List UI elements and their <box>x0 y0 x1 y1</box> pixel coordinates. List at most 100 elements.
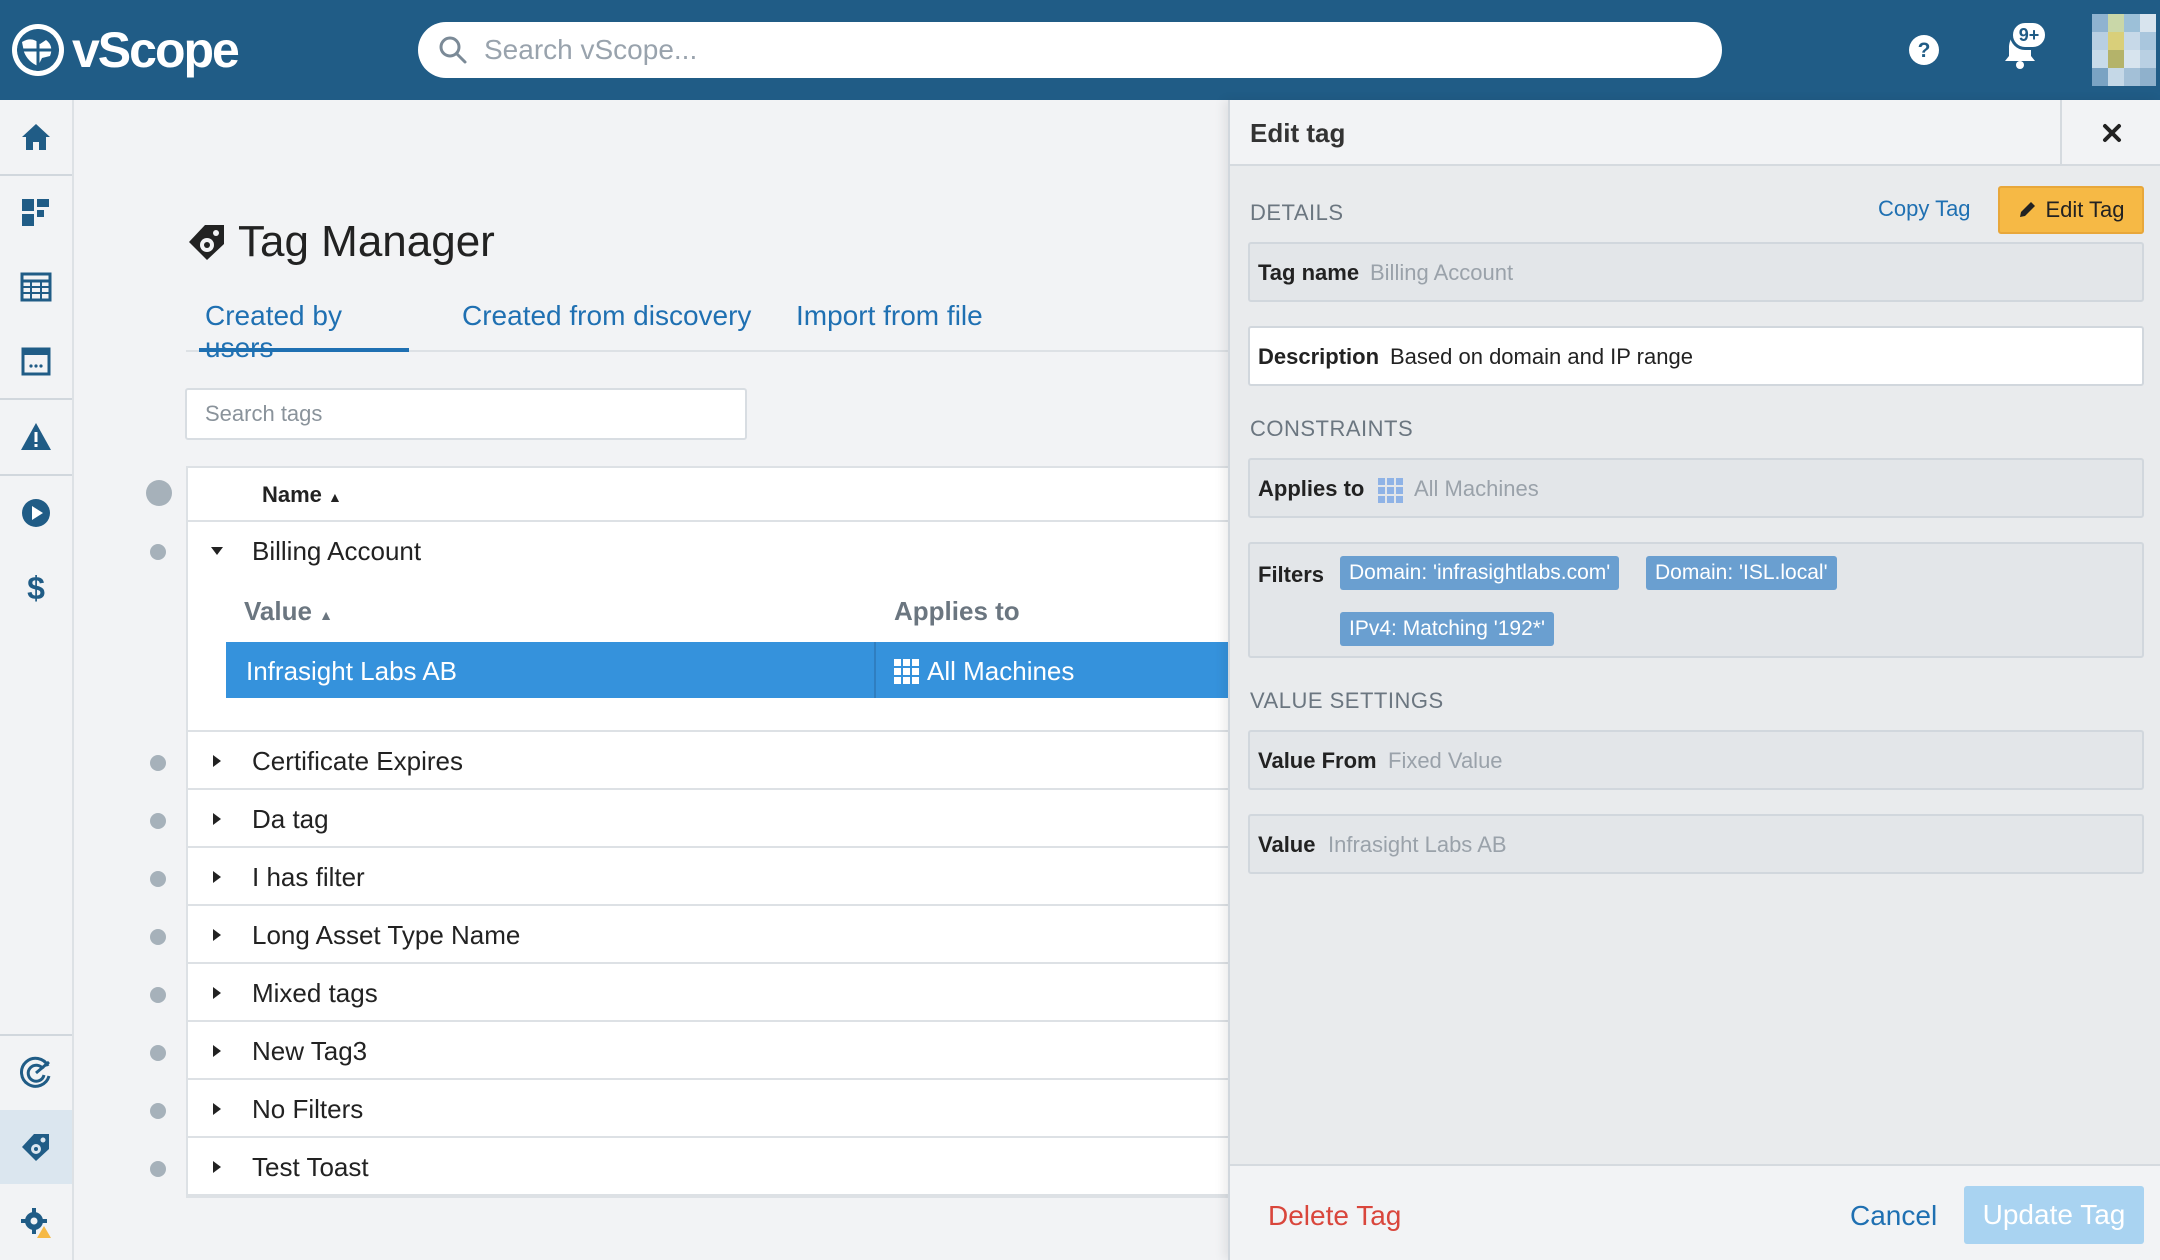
value-from-field: Value From Fixed Value <box>1248 730 2144 790</box>
tag-name-value: Billing Account <box>1370 260 1514 285</box>
vscope-logo[interactable]: vScope <box>10 22 240 78</box>
constraints-section-label: CONSTRAINTS <box>1250 416 1414 441</box>
user-avatar[interactable] <box>2092 14 2156 86</box>
applies-to-label: Applies to <box>1258 476 1365 501</box>
panel-footer: Delete Tag Cancel Update Tag <box>1230 1164 2160 1260</box>
tag-gear-icon <box>22 1134 49 1161</box>
sidebar-item-tables[interactable] <box>0 250 72 324</box>
sidebar-item-tag-manager[interactable] <box>0 1110 72 1184</box>
tag-name: No Filters <box>252 1094 364 1124</box>
tab-import-from-file[interactable]: Import from file <box>796 300 983 352</box>
caret-right-icon[interactable] <box>210 812 224 826</box>
table-row[interactable]: Certificate Expires <box>188 732 1230 790</box>
applies-to-value: All Machines <box>1414 476 1539 501</box>
row-select-dot[interactable] <box>150 929 166 945</box>
global-search-input[interactable] <box>484 34 1684 66</box>
row-select-dot[interactable] <box>150 871 166 887</box>
machines-grid-icon <box>1378 478 1403 503</box>
panel-header: Edit tag <box>1230 100 2160 166</box>
row-select-dot[interactable] <box>150 1161 166 1177</box>
filter-chip[interactable]: IPv4: Matching '192*' <box>1340 612 1554 646</box>
row-select-dot[interactable] <box>150 1045 166 1061</box>
value-cell: Infrasight Labs AB <box>246 656 458 686</box>
search-tags-input[interactable] <box>185 388 747 440</box>
caret-right-icon[interactable] <box>210 1102 224 1116</box>
copy-tag-link[interactable]: Copy Tag <box>1878 196 1971 222</box>
top-bar: vScope ? 9+ <box>0 0 2160 100</box>
row-select-dot[interactable] <box>150 987 166 1003</box>
filter-chip[interactable]: Domain: 'infrasightlabs.com' <box>1340 556 1620 590</box>
page-title-text: Tag Manager <box>238 217 495 266</box>
caret-right-icon[interactable] <box>210 928 224 942</box>
table-row[interactable]: New Tag3 <box>188 1022 1230 1080</box>
row-select-dot[interactable] <box>150 813 166 829</box>
table-row[interactable]: I has filter <box>188 848 1230 906</box>
tag-name: Da tag <box>252 804 329 834</box>
caret-right-icon[interactable] <box>210 754 224 768</box>
value-field: Value Infrasight Labs AB <box>1248 814 2144 874</box>
close-button[interactable] <box>2060 100 2160 166</box>
delete-tag-button[interactable]: Delete Tag <box>1268 1200 1401 1232</box>
panel-title: Edit tag <box>1250 118 1346 148</box>
sidebar-item-dashboards[interactable] <box>0 176 72 250</box>
tag-source-tabs: Created by users Created from discovery … <box>186 300 1228 363</box>
tab-created-from-discovery[interactable]: Created from discovery <box>462 300 751 352</box>
applies-to-field: Applies to All Machines <box>1248 458 2144 518</box>
table-icon <box>20 272 52 302</box>
tag-name-field: Tag name Billing Account <box>1248 242 2144 302</box>
help-icon[interactable]: ? <box>1908 34 1940 66</box>
row-select-dot[interactable] <box>150 755 166 771</box>
table-row[interactable]: No Filters <box>188 1080 1230 1138</box>
sidebar-item-settings[interactable] <box>0 1186 72 1260</box>
caret-right-icon[interactable] <box>210 986 224 1000</box>
svg-text:$: $ <box>27 570 45 604</box>
table-header: Name ▲ <box>188 468 1230 522</box>
sidebar-item-windows[interactable] <box>0 324 72 398</box>
app-name: vScope <box>72 22 240 78</box>
tag-name: Long Asset Type Name <box>252 920 521 950</box>
table-row[interactable]: Billing Account <box>188 522 1230 582</box>
value-value: Infrasight Labs AB <box>1328 832 1507 857</box>
caret-right-icon[interactable] <box>210 1160 224 1174</box>
caret-right-icon[interactable] <box>210 870 224 884</box>
global-search[interactable] <box>418 22 1722 78</box>
applies-to-cell: All Machines <box>894 656 1074 687</box>
caret-down-icon[interactable] <box>210 544 224 558</box>
tag-name: Billing Account <box>252 536 422 566</box>
update-tag-button[interactable]: Update Tag <box>1964 1186 2144 1244</box>
table-row[interactable]: Mixed tags <box>188 964 1230 1022</box>
select-all-toggle[interactable] <box>146 480 172 506</box>
tab-created-by-users[interactable]: Created by users <box>199 300 409 363</box>
sidebar-item-alerts[interactable] <box>0 400 72 474</box>
cancel-button[interactable]: Cancel <box>1850 1200 1937 1232</box>
tag-gear-icon <box>189 225 224 260</box>
column-header-value[interactable]: Value ▲ <box>244 596 333 627</box>
sidebar-item-costs[interactable]: $ <box>0 550 72 624</box>
description-value: Based on domain and IP range <box>1390 344 1693 369</box>
sidebar-item-home[interactable] <box>0 100 72 174</box>
column-header-applies-to[interactable]: Applies to <box>894 596 1020 627</box>
machines-grid-icon <box>894 659 919 684</box>
filter-chip[interactable]: Domain: 'ISL.local' <box>1646 556 1837 590</box>
value-label: Value <box>1258 832 1316 857</box>
column-header-name[interactable]: Name ▲ <box>262 482 342 508</box>
filters-field: Filters Domain: 'infrasightlabs.com' Dom… <box>1248 542 2144 658</box>
table-row[interactable]: Test Toast <box>188 1138 1230 1196</box>
selected-value-row[interactable]: Infrasight Labs AB All Machines <box>226 642 1230 698</box>
row-select-dot[interactable] <box>150 544 166 560</box>
description-field: Description Based on domain and IP range <box>1248 326 2144 386</box>
edit-tag-panel: Edit tag DETAILS Copy Tag Edit Tag Tag n… <box>1228 100 2160 1260</box>
tag-name: Mixed tags <box>252 978 378 1008</box>
caret-right-icon[interactable] <box>210 1044 224 1058</box>
sidebar-item-run[interactable] <box>0 476 72 550</box>
svg-text:?: ? <box>1918 39 1931 62</box>
tag-values-subtable: Value ▲ Applies to Infrasight Labs AB Al… <box>188 582 1230 700</box>
tag-name-label: Tag name <box>1258 260 1360 285</box>
tag-name: Test Toast <box>252 1152 369 1182</box>
table-row[interactable]: Long Asset Type Name <box>188 906 1230 964</box>
sidebar-item-discovery[interactable] <box>0 1036 72 1110</box>
edit-tag-button[interactable]: Edit Tag <box>1998 186 2144 234</box>
table-row[interactable]: Da tag <box>188 790 1230 848</box>
warning-icon <box>21 423 51 450</box>
row-select-dot[interactable] <box>150 1103 166 1119</box>
